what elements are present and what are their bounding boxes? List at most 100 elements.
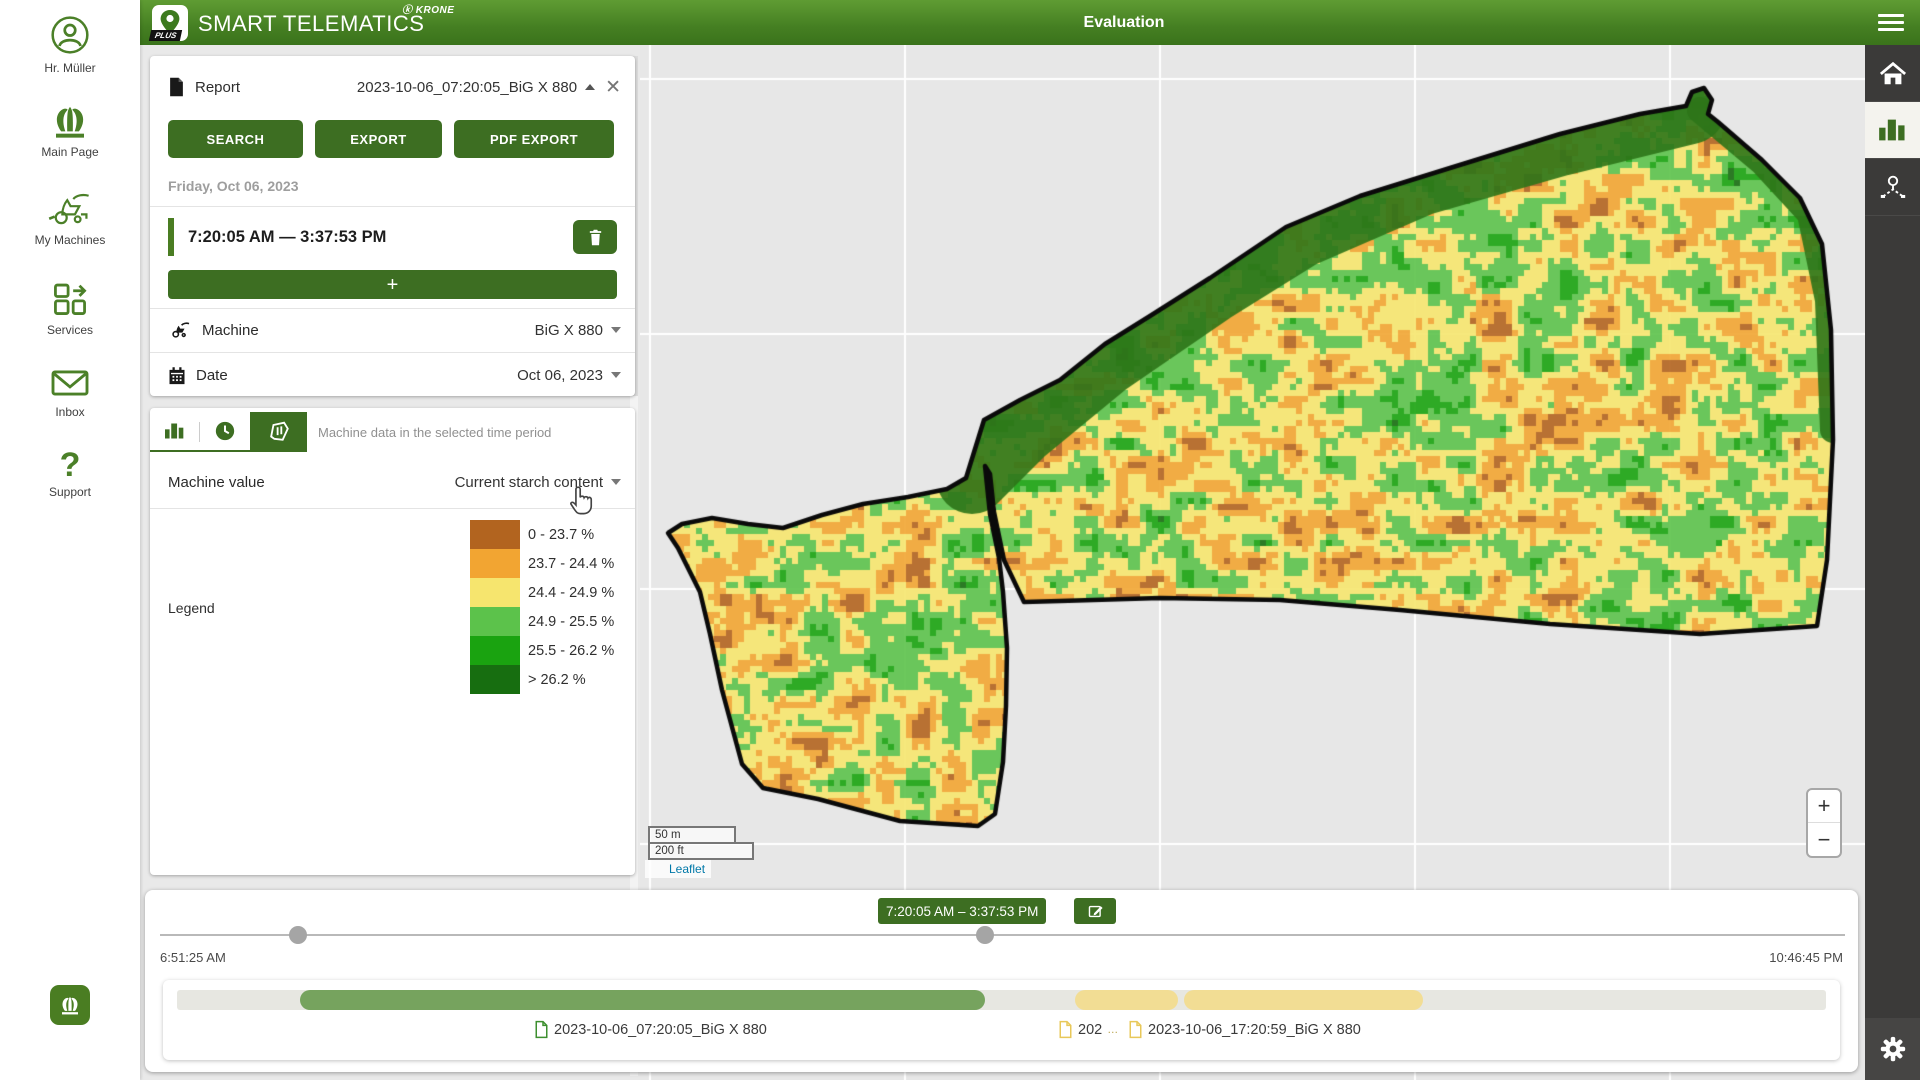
edit-range-button[interactable] [1074,898,1116,924]
date-value: Oct 06, 2023 [517,367,603,384]
krone-quick-button[interactable] [50,985,90,1025]
recording-file[interactable]: 202 … [1058,1020,1119,1039]
machine-select[interactable]: BiG X 880 [535,322,621,339]
sidebar-item-label: Inbox [55,405,84,419]
machine-value-label: Machine value [168,474,265,491]
zoom-in-button[interactable]: + [1808,790,1840,823]
trash-icon [587,228,604,247]
timeline-panel: 7:20:05 AM – 3:37:53 PM 6:51:25 AM 10:46… [145,890,1858,1072]
timeline-start-label: 6:51:25 AM [160,950,226,965]
report-doc-icon [168,77,185,97]
close-icon[interactable]: ✕ [605,78,621,97]
report-label: Report [195,79,240,96]
file-label: 2023-10-06_17:20:59_BiG X 880 [1148,1022,1361,1038]
rail-evaluation-button[interactable] [1865,102,1920,159]
field-map-icon [267,419,291,443]
tiles-arrow-icon [50,280,90,318]
chevron-up-icon[interactable] [585,84,595,90]
machine-value-select[interactable]: Current starch content [455,474,621,491]
map-zoom-control: + − [1806,788,1842,858]
app-header: PLUS ⓚ KRONE SMART TELEMATICS Evaluation [140,0,1920,45]
recording-segment-selected[interactable] [300,990,985,1010]
timeline-end-label: 10:46:45 PM [1769,950,1843,965]
ukraine-flag-icon [651,864,665,874]
date-select[interactable]: Oct 06, 2023 [517,367,621,384]
envelope-icon [49,366,91,400]
export-button[interactable]: EXPORT [315,120,442,158]
slider-handle-end[interactable] [976,926,994,944]
rail-map-button[interactable] [1865,159,1920,216]
file-label: 2023-10-06_07:20:05_BiG X 880 [554,1022,767,1038]
report-select[interactable]: 2023-10-06_07:20:05_BiG X 880 [357,79,577,96]
file-icon [1058,1020,1073,1039]
file-label: 202 [1078,1022,1102,1038]
page-title: Evaluation [1084,14,1165,32]
left-sidebar: Hr. Müller Main Page My Machines [0,0,140,1080]
sidebar-item-support[interactable]: ? Support [0,450,140,499]
rail-settings-button[interactable] [1865,1018,1920,1080]
sidebar-item-my-machines[interactable]: My Machines [0,192,140,247]
legend-label: Legend [168,600,215,616]
tab-hint-text: Machine data in the selected time period [318,425,551,440]
ellipsis: … [1107,1024,1119,1036]
sidebar-item-services[interactable]: Services [0,280,140,337]
machine-data-panel: Machine data in the selected time period… [150,408,635,875]
sidebar-item-user[interactable]: Hr. Müller [0,14,140,75]
recording-file[interactable]: 2023-10-06_07:20:05_BiG X 880 [534,1020,767,1039]
legend-swatch [470,607,520,636]
app-logo: PLUS [152,5,188,41]
edit-pencil-icon [1087,903,1104,920]
legend-swatch [470,578,520,607]
legend-range-label: 24.4 - 24.9 % [528,585,614,601]
pdf-export-button[interactable]: PDF EXPORT [454,120,614,158]
machine-value: BiG X 880 [535,322,603,339]
leaflet-link[interactable]: Leaflet [669,862,705,876]
logo-plus-badge: PLUS [149,30,183,41]
chevron-down-icon [611,327,621,333]
clock-icon [214,420,236,442]
timeline-slider-track[interactable] [160,934,1845,936]
timeline-range-badge: 7:20:05 AM – 3:37:53 PM [878,898,1046,924]
time-entry-marker [168,218,174,256]
user-avatar-icon [49,14,91,56]
recording-file[interactable]: 2023-10-06_17:20:59_BiG X 880 [1128,1020,1361,1039]
legend-row: > 26.2 % [470,665,614,694]
rail-home-button[interactable] [1865,45,1920,102]
zoom-out-button[interactable]: − [1808,823,1840,856]
recording-segment[interactable] [1184,990,1423,1010]
legend-swatch [470,549,520,578]
chevron-down-icon [611,372,621,378]
tab-field-map[interactable] [250,412,307,450]
sidebar-item-inbox[interactable]: Inbox [0,366,140,419]
hamburger-menu-icon[interactable] [1878,14,1904,35]
recording-segment[interactable] [1075,990,1178,1010]
legend-row: 24.9 - 25.5 % [470,607,614,636]
machine-value-row: Machine value Current starch content [168,460,621,504]
machine-value-selected: Current starch content [455,474,603,491]
view-tabs [150,412,307,452]
legend-swatch [470,665,520,694]
slider-handle-start[interactable] [289,926,307,944]
legend-range-label: 24.9 - 25.5 % [528,614,614,630]
legend-row: 23.7 - 24.4 % [470,549,614,578]
legend-range-label: 23.7 - 24.4 % [528,556,614,572]
sidebar-item-main-page[interactable]: Main Page [0,104,140,159]
delete-time-entry-button[interactable] [573,220,617,254]
time-entry-row[interactable]: 7:20:05 AM — 3:37:53 PM [168,212,617,262]
legend-row: 25.5 - 26.2 % [470,636,614,665]
right-toolbar [1865,45,1920,1080]
tab-time[interactable] [200,412,250,450]
search-button[interactable]: SEARCH [168,120,303,158]
date-select-row: Date Oct 06, 2023 [168,353,621,397]
tab-chart[interactable] [150,412,200,450]
recordings-track [177,990,1826,1010]
add-time-entry-button[interactable]: + [168,270,617,299]
krone-crown-icon [58,995,82,1016]
machine-label: Machine [202,322,259,339]
sidebar-item-label: Support [49,485,91,499]
sidebar-item-label: Services [47,323,93,337]
file-icon [1128,1020,1143,1039]
map-scale-control: 50 m 200 ft [648,826,754,860]
home-icon [1878,59,1908,87]
legend-range-label: 0 - 23.7 % [528,527,594,543]
